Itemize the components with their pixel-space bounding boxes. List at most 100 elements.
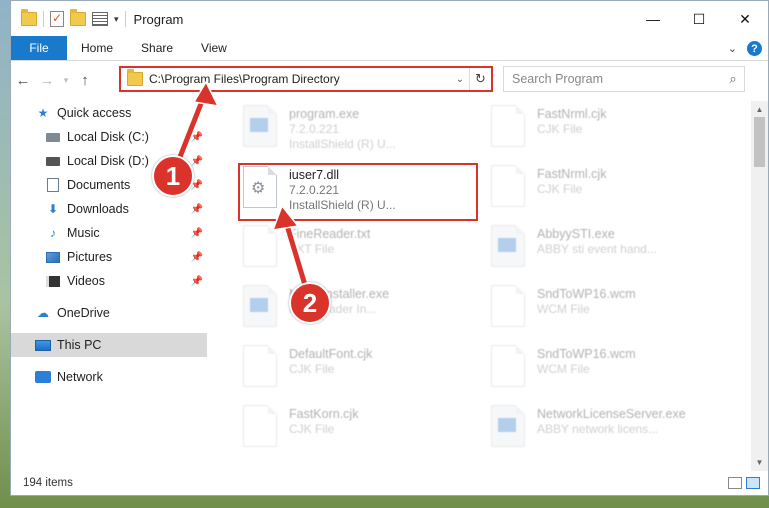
sidebar-item-local-disk-c[interactable]: Local Disk (C:) 📌: [11, 125, 207, 149]
recent-dropdown-icon[interactable]: ▾: [59, 75, 73, 86]
file-icon: [491, 285, 525, 327]
sidebar-item-label: Downloads: [67, 202, 129, 216]
sidebar-item-label: Quick access: [57, 106, 132, 120]
file-icon: [243, 345, 277, 387]
view-toggle: [728, 477, 760, 489]
exe-file-icon: [491, 225, 525, 267]
list-item[interactable]: MsmsInstaller.exe Microreader In...: [243, 283, 478, 341]
expand-ribbon-icon[interactable]: ⌄: [728, 42, 737, 55]
network-icon: [35, 370, 51, 384]
refresh-icon[interactable]: ↻: [469, 68, 491, 90]
file-name: FineReader.txt: [289, 227, 371, 241]
quick-access-toolbar: ▾: [11, 9, 126, 27]
list-item[interactable]: program.exe 7.2.0.221 InstallShield (R) U.…: [243, 103, 478, 161]
list-item[interactable]: NetworkLicenseServer.exe ABBY network lic…: [491, 403, 726, 461]
search-input[interactable]: Search Program ⌕: [503, 66, 745, 92]
sidebar-item-videos[interactable]: Videos 📌: [11, 269, 207, 293]
file-type: ABBY sti event hand...: [537, 242, 657, 256]
forward-arrow-icon[interactable]: →: [35, 72, 59, 89]
sidebar-item-network[interactable]: Network: [11, 365, 207, 389]
file-type: ABBY network licens...: [537, 422, 659, 436]
list-item[interactable]: DefaultFont.cjk CJK File: [243, 343, 478, 401]
list-item[interactable]: SndToWP16.wcm WCM File: [491, 343, 726, 401]
exe-file-icon: [243, 285, 277, 327]
list-item[interactable]: FineReader.txt TXT File: [243, 223, 478, 281]
new-folder-icon[interactable]: [70, 9, 86, 26]
sidebar-item-label: Documents: [67, 178, 131, 192]
tab-home[interactable]: Home: [67, 36, 127, 60]
disk-icon: [45, 130, 61, 144]
scroll-up-arrow-icon[interactable]: ▲: [751, 101, 768, 118]
scroll-down-arrow-icon[interactable]: ▼: [751, 454, 768, 471]
file-name: FastNrml.cjk: [537, 167, 607, 181]
sidebar-item-label: Pictures: [67, 250, 113, 264]
file-name: DefaultFont.cjk: [289, 347, 373, 361]
file-version: 7.2.0.221: [289, 122, 340, 136]
maximize-icon: ☐: [692, 10, 706, 27]
title-bar: ▾ Program — ☐ ✕: [11, 1, 768, 37]
up-arrow-icon[interactable]: ↑: [73, 72, 97, 89]
address-bar[interactable]: C:\Program Files\Program Directory ⌄ ↻: [119, 66, 493, 92]
toolbar-dropdown-icon[interactable]: ▾: [114, 14, 119, 25]
details-view-icon[interactable]: [728, 477, 742, 489]
music-icon: ♪: [50, 226, 56, 240]
ribbon-tabs: File Home Share View ⌄ ?: [11, 36, 768, 61]
file-name: AbbyySTI.exe: [537, 227, 615, 241]
search-icon[interactable]: ⌕: [722, 71, 744, 87]
sidebar-item-label: Videos: [67, 274, 105, 288]
pin-icon[interactable]: 📌: [191, 252, 203, 263]
properties-check-icon[interactable]: [50, 11, 64, 27]
list-item[interactable]: FastNrml.cjk CJK File: [491, 103, 726, 161]
file-description: InstallShield (R) U...: [289, 137, 396, 151]
address-dropdown-icon[interactable]: ⌄: [451, 74, 469, 85]
sidebar-item-onedrive[interactable]: ☁ OneDrive: [11, 301, 207, 325]
file-explorer-window: ▾ Program — ☐ ✕ File Home Share View ⌄ ?…: [10, 0, 769, 496]
tab-file[interactable]: File: [11, 36, 67, 60]
sidebar-item-downloads[interactable]: ⬇ Downloads 📌: [11, 197, 207, 221]
pin-icon[interactable]: 📌: [191, 204, 203, 215]
back-arrow-icon[interactable]: ←: [11, 72, 35, 89]
minimize-icon: —: [646, 11, 660, 27]
pin-icon[interactable]: 📌: [191, 276, 203, 287]
pc-icon: [35, 338, 51, 352]
window-controls: — ☐ ✕: [630, 1, 768, 37]
sidebar-item-music[interactable]: ♪ Music 📌: [11, 221, 207, 245]
sidebar-item-pictures[interactable]: Pictures 📌: [11, 245, 207, 269]
pin-icon[interactable]: 📌: [191, 132, 203, 143]
item-count: 194 items: [23, 477, 73, 489]
customize-view-icon[interactable]: [92, 12, 108, 26]
star-icon: ★: [37, 106, 49, 120]
list-item[interactable]: FastNrml.cjk CJK File: [491, 163, 726, 221]
file-name: FastNrml.cjk: [537, 107, 607, 121]
vertical-scrollbar[interactable]: ▲ ▼: [751, 101, 768, 471]
large-icons-view-icon[interactable]: [746, 477, 760, 489]
list-item[interactable]: AbbyySTI.exe ABBY sti event hand...: [491, 223, 726, 281]
window-title: Program: [133, 11, 184, 27]
tab-view[interactable]: View: [187, 36, 241, 60]
sidebar-item-this-pc[interactable]: This PC: [11, 333, 207, 357]
scrollbar-thumb[interactable]: [754, 117, 765, 167]
file-icon: [243, 405, 277, 447]
sidebar-item-quick-access[interactable]: ★ Quick access: [11, 101, 207, 125]
file-icon: [243, 225, 277, 267]
exe-file-icon: [491, 405, 525, 447]
sidebar-item-label: Music: [67, 226, 100, 240]
step-2-badge: 2: [289, 282, 331, 324]
pin-icon[interactable]: 📌: [191, 156, 203, 167]
address-path[interactable]: C:\Program Files\Program Directory: [149, 72, 451, 86]
file-type: CJK File: [289, 422, 335, 436]
toolbar-divider: [124, 11, 126, 27]
navigation-bar: ← → ▾ ↑ C:\Program Files\Program Directo…: [11, 61, 768, 99]
downloads-icon: ⬇: [47, 202, 59, 216]
minimize-button[interactable]: —: [630, 1, 676, 37]
tab-share[interactable]: Share: [127, 36, 187, 60]
status-bar: 194 items: [11, 471, 768, 495]
list-item[interactable]: FastKorn.cjk CJK File: [243, 403, 478, 461]
file-icon: [491, 345, 525, 387]
file-name: SndToWP16.wcm: [537, 287, 636, 301]
pin-icon[interactable]: 📌: [191, 228, 203, 239]
list-item[interactable]: SndToWP16.wcm WCM File: [491, 283, 726, 341]
maximize-button[interactable]: ☐: [676, 1, 722, 37]
help-icon[interactable]: ?: [747, 41, 762, 56]
close-button[interactable]: ✕: [722, 1, 768, 37]
